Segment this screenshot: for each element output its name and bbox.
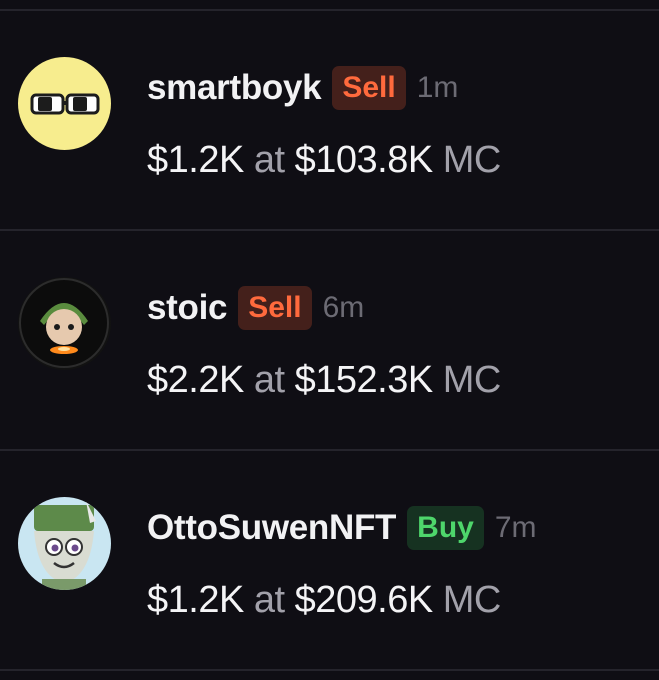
mc-label: MC (442, 139, 502, 181)
timestamp: 7m (494, 511, 537, 544)
trade-amount: $1.2K (147, 579, 244, 621)
market-cap: $152.3K (294, 359, 434, 401)
trade-header: smartboyk Sell 1m (147, 64, 458, 112)
side-badge: Buy (407, 506, 484, 550)
cartoon-avatar-icon (18, 497, 111, 590)
timestamp: 6m (322, 291, 365, 324)
timestamp: 1m (416, 71, 459, 104)
trade-amount: $2.2K (147, 359, 244, 401)
username[interactable]: stoic (147, 288, 228, 328)
trade-summary: $1.2K at $103.8K MC (147, 139, 501, 182)
trade-summary: $2.2K at $152.3K MC (147, 359, 501, 402)
trade-feed: smartboyk Sell 1m $1.2K at $103.8K MC st… (0, 0, 659, 680)
mc-label: MC (442, 579, 502, 621)
trade-row[interactable]: smartboyk Sell 1m $1.2K at $103.8K MC (0, 11, 659, 229)
side-badge: Sell (238, 286, 312, 330)
avatar[interactable] (18, 277, 111, 370)
trade-summary: $1.2K at $209.6K MC (147, 579, 501, 622)
trade-header: stoic Sell 6m (147, 284, 364, 332)
at-label: at (253, 579, 285, 621)
at-label: at (253, 359, 285, 401)
at-label: at (253, 139, 285, 181)
side-badge: Sell (332, 66, 406, 110)
trade-header: OttoSuwenNFT Buy 7m (147, 504, 537, 552)
mc-label: MC (442, 359, 502, 401)
trade-row[interactable]: OttoSuwenNFT Buy 7m $1.2K at $209.6K MC (0, 451, 659, 669)
trade-row[interactable]: stoic Sell 6m $2.2K at $152.3K MC (0, 231, 659, 449)
divider (0, 669, 659, 671)
avatar[interactable] (18, 497, 111, 590)
character-avatar-icon (18, 277, 111, 370)
market-cap: $209.6K (294, 579, 434, 621)
username[interactable]: OttoSuwenNFT (147, 508, 396, 548)
market-cap: $103.8K (294, 139, 434, 181)
username[interactable]: smartboyk (147, 68, 322, 108)
avatar[interactable] (18, 57, 111, 150)
glasses-avatar-icon (18, 57, 111, 150)
trade-amount: $1.2K (147, 139, 244, 181)
